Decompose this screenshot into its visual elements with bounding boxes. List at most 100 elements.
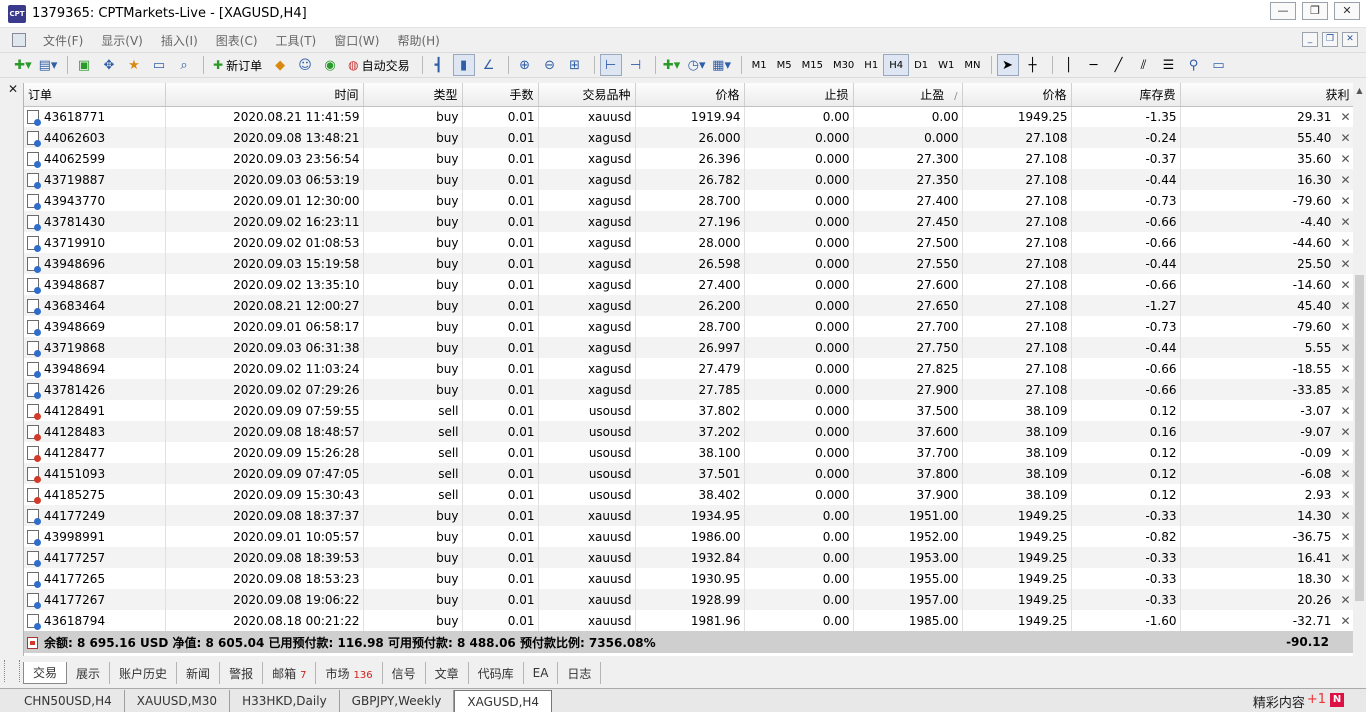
terminal-close-icon[interactable]: ✕ [8,82,18,96]
tab-exposure[interactable]: 展示 [67,662,111,684]
close-order-icon[interactable]: ✕ [1340,362,1350,376]
close-order-icon[interactable]: ✕ [1340,404,1350,418]
timeframe-h4[interactable]: H4 [883,54,910,76]
close-order-icon[interactable]: ✕ [1340,152,1350,166]
timeframe-mn[interactable]: MN [959,54,985,76]
market-watch-icon[interactable]: ▣ [73,54,95,76]
signals-icon[interactable]: ◉ [319,54,341,76]
tab-account-history[interactable]: 账户历史 [110,662,178,684]
new-order-button[interactable]: ✚ 新订单 [209,54,266,76]
fibonacci-icon[interactable]: ☰ [1158,54,1180,76]
scrollbar-thumb[interactable] [1355,275,1364,601]
close-order-icon[interactable]: ✕ [1340,194,1350,208]
periods-icon[interactable]: ◷▾ [686,54,708,76]
scroll-up-icon[interactable]: ▲ [1353,83,1366,98]
table-row[interactable]: 43618771 2020.08.21 11:41:59 buy 0.01 xauusd… [24,106,1353,127]
close-order-icon[interactable]: ✕ [1340,257,1350,271]
table-row[interactable]: 43948687 2020.09.02 13:35:10 buy 0.01 xagusd… [24,274,1353,295]
line-chart-icon[interactable]: ∠ [478,54,500,76]
promo-link[interactable]: 精彩内容 +1 [1253,692,1326,711]
data-window-icon[interactable]: ✥ [98,54,120,76]
col-take-profit[interactable]: 止盈 / [853,83,963,107]
timeframe-d1[interactable]: D1 [909,54,933,76]
close-order-icon[interactable]: ✕ [1340,593,1350,607]
col-open-price[interactable]: 价格 [635,83,745,107]
table-row[interactable]: 43618794 2020.08.18 00:21:22 buy 0.01 xauusd… [24,610,1353,631]
chart-tab[interactable]: GBPJPY,Weekly [340,690,455,712]
chart-shift-icon[interactable]: ⊣ [625,54,647,76]
close-order-icon[interactable]: ✕ [1340,572,1350,586]
table-row[interactable]: 43943770 2020.09.01 12:30:00 buy 0.01 xagusd… [24,190,1353,211]
table-row[interactable]: 43948669 2020.09.01 06:58:17 buy 0.01 xagusd… [24,316,1353,337]
close-button[interactable]: ✕ [1334,2,1360,20]
menu-window[interactable]: 窗口(W) [325,32,388,49]
col-profit[interactable]: 获利 [1180,83,1353,107]
bar-chart-icon[interactable]: ┫ [428,54,450,76]
chart-tab[interactable]: H33HKD,Daily [230,690,340,712]
tab-journal[interactable]: 日志 [558,662,602,684]
col-order[interactable]: 订单 [24,83,166,107]
table-row[interactable]: 44177267 2020.09.08 19:06:22 buy 0.01 xauusd… [24,589,1353,610]
close-order-icon[interactable]: ✕ [1340,467,1350,481]
trendline-icon[interactable]: ╱ [1108,54,1130,76]
tab-news[interactable]: 新闻 [177,662,221,684]
close-order-icon[interactable]: ✕ [1340,110,1350,124]
templates-icon[interactable]: ▦▾ [711,54,733,76]
zoom-in-icon[interactable]: ⊕ [514,54,536,76]
cursor-icon[interactable]: ➤ [996,54,1019,76]
tab-code-base[interactable]: 代码库 [469,662,524,684]
mdi-minimize-button[interactable]: _ [1302,32,1318,47]
indicators-icon[interactable]: ✚▾ [661,54,683,76]
tab-articles[interactable]: 文章 [426,662,469,684]
chart-window-icon[interactable] [12,33,26,47]
strategy-tester-icon[interactable]: ⌕ [173,54,195,76]
table-row[interactable]: 44062599 2020.09.03 23:56:54 buy 0.01 xagusd… [24,148,1353,169]
tile-windows-icon[interactable]: ⊞ [564,54,586,76]
tab-market[interactable]: 市场 136 [316,662,383,684]
close-order-icon[interactable]: ✕ [1340,383,1350,397]
menu-insert[interactable]: 插入(I) [152,32,207,49]
table-row[interactable]: 43781426 2020.09.02 07:29:26 buy 0.01 xagusd… [24,379,1353,400]
menu-help[interactable]: 帮助(H) [388,32,448,49]
table-row[interactable]: 43948694 2020.09.02 11:03:24 buy 0.01 xagusd… [24,358,1353,379]
table-row[interactable]: 43998991 2020.09.01 10:05:57 buy 0.01 xauusd… [24,526,1353,547]
close-order-icon[interactable]: ✕ [1340,530,1350,544]
table-row[interactable]: 44128483 2020.09.08 18:48:57 sell 0.01 usous… [24,421,1353,442]
restore-button[interactable]: ❐ [1302,2,1328,20]
col-stop-loss[interactable]: 止损 [744,83,854,107]
mdi-restore-button[interactable]: ❐ [1322,32,1338,47]
auto-scroll-icon[interactable]: ⊢ [599,54,622,76]
vertical-scrollbar[interactable]: ▲ [1353,83,1366,658]
profiles-icon[interactable]: ▤▾ [37,54,59,76]
metaeditor-icon[interactable]: ◆ [269,54,291,76]
chart-tab[interactable]: XAUUSD,M30 [125,690,231,712]
close-order-icon[interactable]: ✕ [1340,425,1350,439]
table-row[interactable]: 43948696 2020.09.03 15:19:58 buy 0.01 xagusd… [24,253,1353,274]
minimize-button[interactable]: — [1270,2,1296,20]
tab-signals[interactable]: 信号 [383,662,426,684]
close-order-icon[interactable]: ✕ [1340,299,1350,313]
chat-icon[interactable]: ▭ [1208,54,1230,76]
vertical-line-icon[interactable]: │ [1058,54,1080,76]
menu-view[interactable]: 显示(V) [92,32,152,49]
close-order-icon[interactable]: ✕ [1340,173,1350,187]
table-row[interactable]: 44177265 2020.09.08 18:53:23 buy 0.01 xauusd… [24,568,1353,589]
navigator-icon[interactable]: ★ [123,54,145,76]
close-order-icon[interactable]: ✕ [1340,131,1350,145]
menu-file[interactable]: 文件(F) [34,32,92,49]
tab-experts[interactable]: EA [524,662,559,684]
close-order-icon[interactable]: ✕ [1340,341,1350,355]
close-order-icon[interactable]: ✕ [1340,446,1350,460]
candlestick-icon[interactable]: ▮ [452,54,475,76]
table-row[interactable]: 43719868 2020.09.03 06:31:38 buy 0.01 xagusd… [24,337,1353,358]
close-order-icon[interactable]: ✕ [1340,488,1350,502]
close-order-icon[interactable]: ✕ [1340,215,1350,229]
table-row[interactable]: 43683464 2020.08.21 12:00:27 buy 0.01 xagusd… [24,295,1353,316]
close-order-icon[interactable]: ✕ [1340,236,1350,250]
chart-tab[interactable]: XAGUSD,H4 [454,690,553,712]
chart-tab[interactable]: CHN50USD,H4 [12,690,125,712]
community-icon[interactable]: ☺ [294,54,316,76]
table-row[interactable]: 43719910 2020.09.02 01:08:53 buy 0.01 xagusd… [24,232,1353,253]
timeframe-w1[interactable]: W1 [933,54,959,76]
col-current-price[interactable]: 价格 [962,83,1072,107]
